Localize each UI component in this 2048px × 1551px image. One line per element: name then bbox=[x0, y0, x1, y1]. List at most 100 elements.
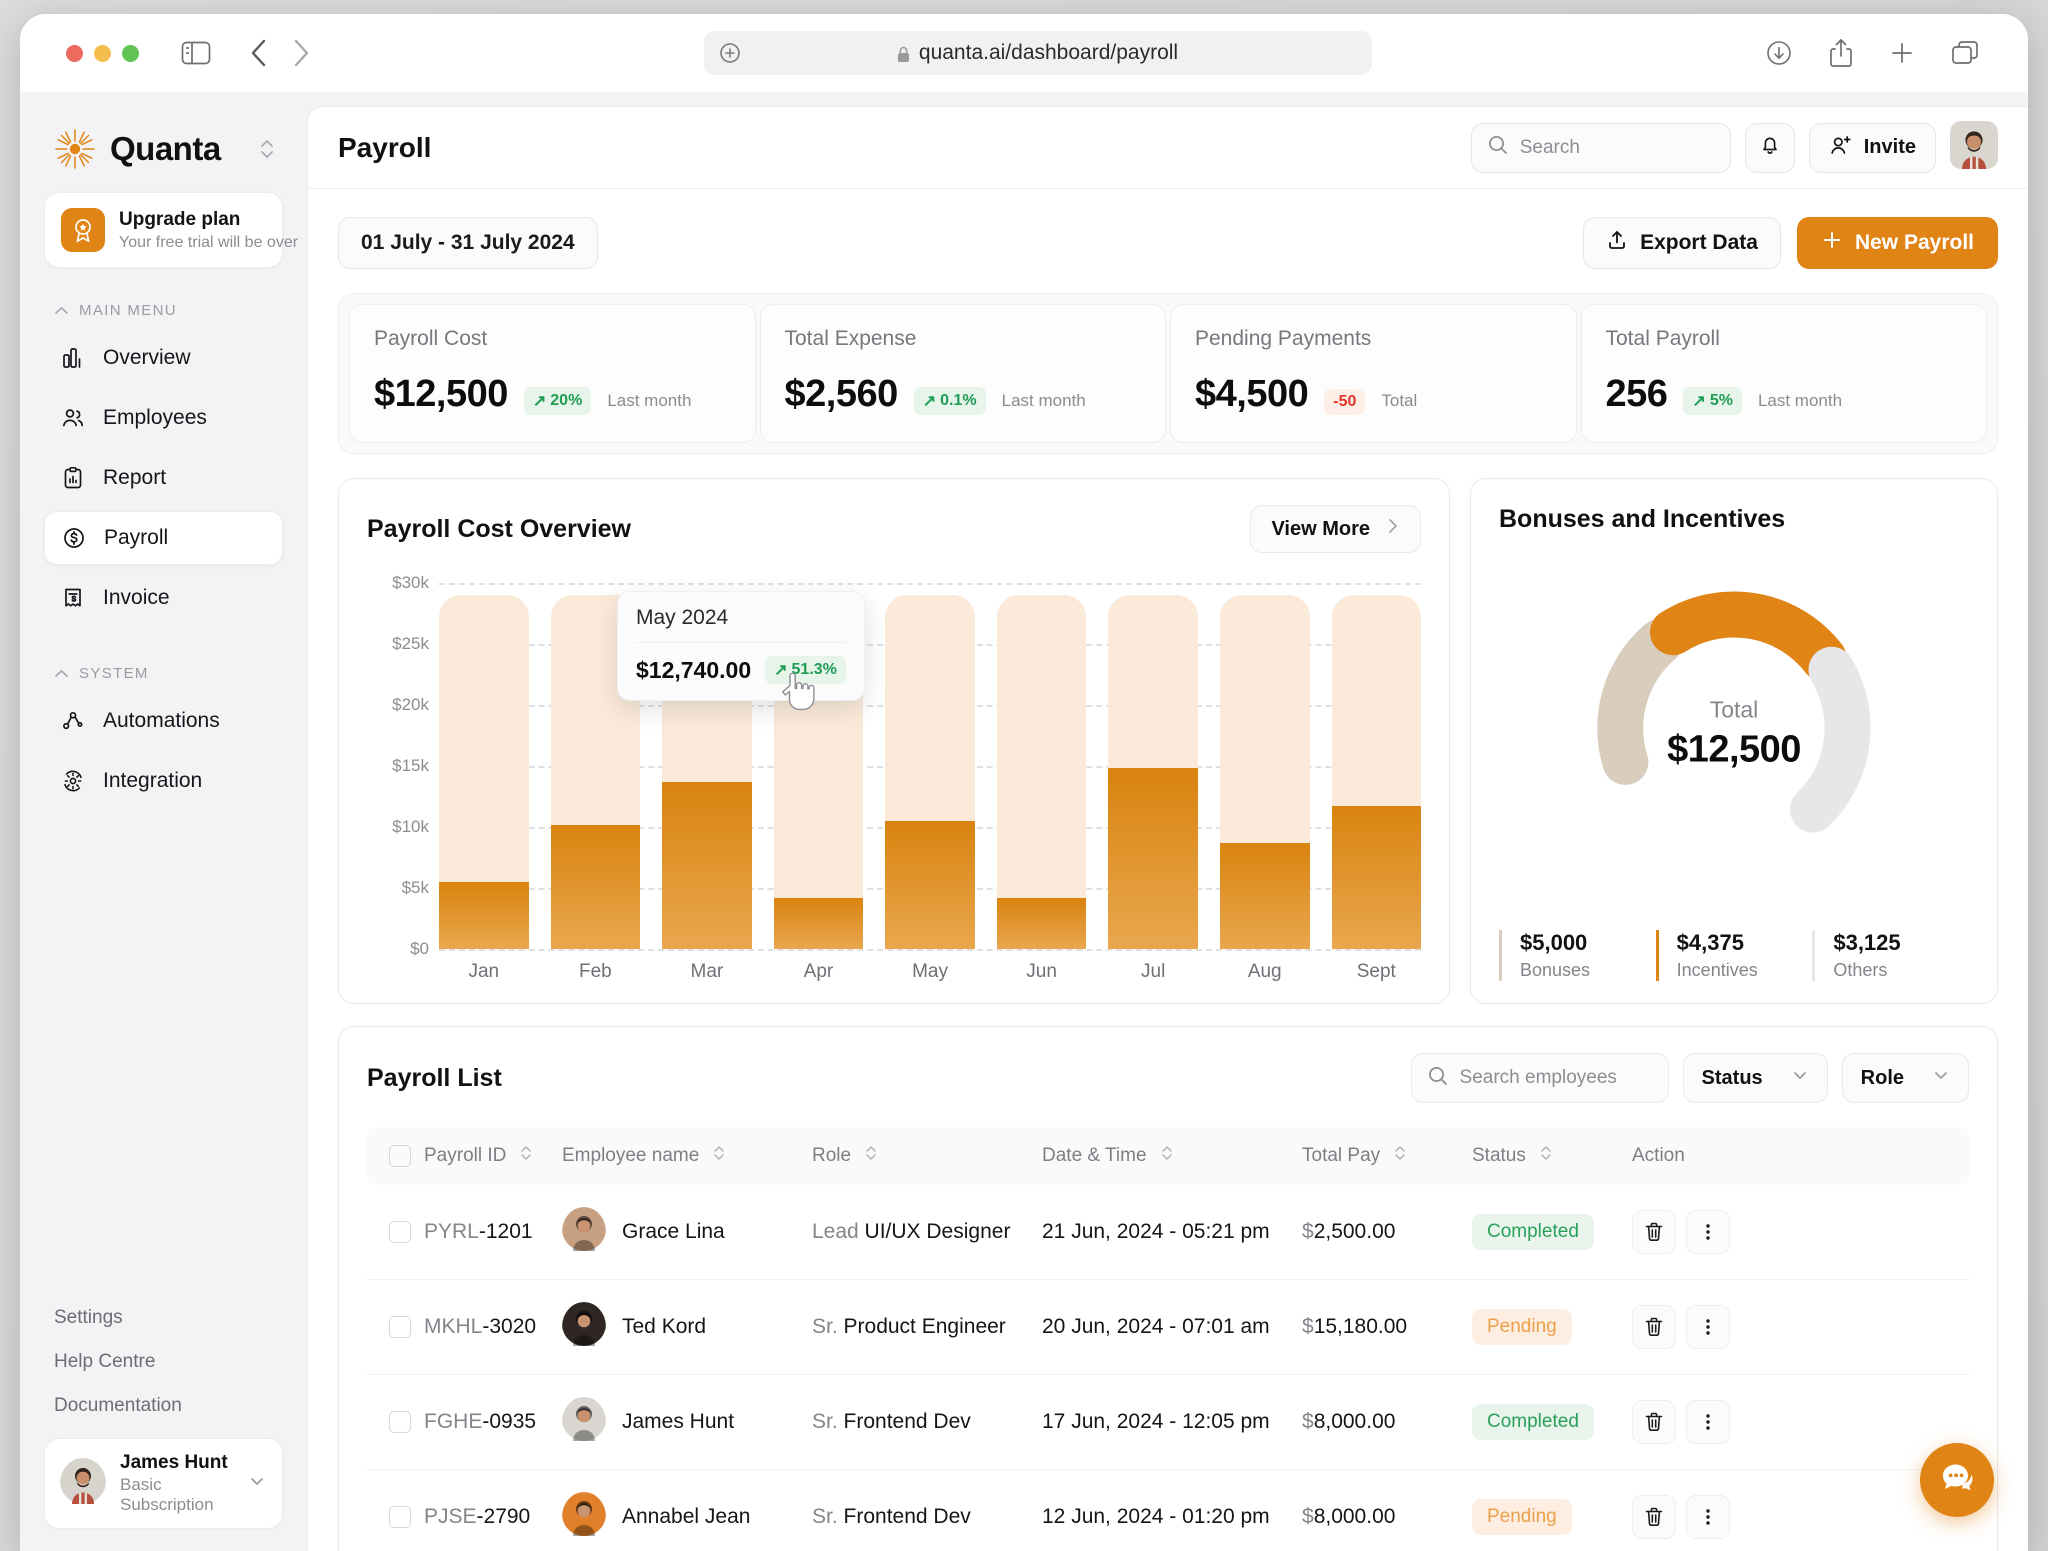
address-bar[interactable]: quanta.ai/dashboard/payroll bbox=[703, 31, 1372, 75]
status-filter-select[interactable]: Status bbox=[1682, 1053, 1828, 1103]
chevron-left-icon[interactable] bbox=[249, 37, 269, 69]
donut-total-value: $12,500 bbox=[1667, 728, 1801, 771]
notifications-button[interactable] bbox=[1744, 122, 1795, 173]
status-badge: Pending bbox=[1472, 1309, 1572, 1345]
cell-action bbox=[1632, 1185, 1969, 1280]
invite-button[interactable]: Invite bbox=[1808, 122, 1936, 173]
table-row[interactable]: PJSE-2790 Annabel Jean Sr. Frontend Dev 12 … bbox=[367, 1469, 1969, 1551]
employee-search-input[interactable]: Search employees bbox=[1410, 1053, 1669, 1103]
row-checkbox[interactable] bbox=[389, 1316, 411, 1338]
sort-icon[interactable] bbox=[1160, 1144, 1174, 1168]
bar-value bbox=[1108, 768, 1198, 949]
sidebar-link-help-centre[interactable]: Help Centre bbox=[44, 1340, 283, 1384]
payroll-id-value: PJSE-2790 bbox=[424, 1505, 531, 1528]
bar-column[interactable] bbox=[439, 583, 529, 949]
sidebar-item-invoice[interactable]: Invoice bbox=[44, 571, 283, 625]
row-checkbox[interactable] bbox=[389, 1506, 411, 1528]
kpi-trend-value: -50 bbox=[1333, 393, 1357, 410]
legend-item-others: $3,125 Others bbox=[1812, 930, 1969, 981]
tab-overview-icon[interactable] bbox=[1950, 39, 1980, 67]
sidebar-toggle-icon[interactable] bbox=[181, 40, 211, 66]
cell-status: Pending bbox=[1472, 1279, 1632, 1375]
global-search[interactable]: Search bbox=[1470, 122, 1731, 173]
sidebar-item-payroll[interactable]: Payroll bbox=[44, 511, 283, 565]
upgrade-plan-card[interactable]: Upgrade plan Your free trial will be ove… bbox=[44, 192, 298, 268]
bar-column[interactable] bbox=[1331, 583, 1422, 949]
sort-icon[interactable] bbox=[1539, 1144, 1553, 1168]
row-more-options-button[interactable] bbox=[1686, 1210, 1730, 1254]
column-header-total-pay[interactable]: Total Pay bbox=[1302, 1127, 1472, 1185]
sidebar-item-overview[interactable]: Overview bbox=[44, 331, 283, 385]
table-row[interactable]: MKHL-3020 Ted Kord Sr. Product Engineer 20 … bbox=[367, 1279, 1969, 1375]
chevron-down-icon[interactable] bbox=[247, 1471, 267, 1496]
sort-icon[interactable] bbox=[1393, 1144, 1407, 1168]
row-checkbox[interactable] bbox=[389, 1411, 411, 1433]
plus-icon[interactable] bbox=[1888, 39, 1916, 67]
row-checkbox[interactable] bbox=[389, 1221, 411, 1243]
bar-value bbox=[1331, 806, 1422, 949]
close-window-button[interactable] bbox=[66, 44, 83, 62]
download-icon[interactable] bbox=[1764, 38, 1794, 68]
maximize-window-button[interactable] bbox=[122, 44, 139, 62]
sort-icon[interactable] bbox=[519, 1144, 533, 1168]
column-label: Status bbox=[1472, 1145, 1526, 1166]
chart-bars bbox=[439, 583, 1422, 949]
bar-column[interactable] bbox=[996, 583, 1087, 949]
delete-row-button[interactable] bbox=[1632, 1305, 1676, 1349]
row-more-options-button[interactable] bbox=[1686, 1305, 1730, 1349]
column-header-employee-name[interactable]: Employee name bbox=[562, 1127, 812, 1185]
sidebar-item-automations[interactable]: Automations bbox=[44, 694, 283, 748]
sidebar-item-integration[interactable]: Integration bbox=[44, 754, 283, 808]
donut-legend: $5,000 Bonuses $4,375 Incentives $3,125 … bbox=[1499, 930, 1969, 981]
chat-support-button[interactable] bbox=[1920, 1443, 1994, 1517]
column-header-date-time[interactable]: Date & Time bbox=[1042, 1127, 1302, 1185]
new-payroll-label: New Payroll bbox=[1854, 231, 1974, 254]
bar-column[interactable] bbox=[1108, 583, 1198, 949]
chevron-right-icon[interactable] bbox=[291, 37, 311, 69]
sidebar-link-settings[interactable]: Settings bbox=[44, 1296, 283, 1340]
bar-column[interactable] bbox=[1219, 583, 1310, 949]
sidebar-item-report[interactable]: Report bbox=[44, 451, 283, 505]
avatar[interactable] bbox=[1950, 121, 1998, 174]
avatar bbox=[562, 1207, 606, 1257]
column-label: Employee name bbox=[562, 1145, 700, 1166]
date-range-picker[interactable]: 01 July - 31 July 2024 bbox=[338, 217, 598, 269]
column-header-role[interactable]: Role bbox=[812, 1127, 1042, 1185]
workflow-nodes-icon bbox=[60, 708, 86, 734]
plus-circle-icon[interactable] bbox=[718, 41, 742, 65]
window-traffic-lights[interactable] bbox=[66, 44, 139, 62]
role-filter-select[interactable]: Role bbox=[1841, 1053, 1969, 1103]
cell-total-pay: $8,000.00 bbox=[1302, 1374, 1472, 1470]
column-header-payroll-id[interactable]: Payroll ID bbox=[367, 1127, 562, 1185]
chevron-updown-icon[interactable] bbox=[259, 138, 275, 160]
select-all-checkbox[interactable] bbox=[389, 1145, 411, 1167]
new-payroll-button[interactable]: New Payroll bbox=[1796, 217, 1998, 269]
legend-value: $3,125 bbox=[1833, 930, 1901, 955]
table-row[interactable]: PYRL-1201 Grace Lina Lead UI/UX Designer 21… bbox=[367, 1185, 1969, 1280]
column-label: Role bbox=[812, 1145, 852, 1166]
column-header-status[interactable]: Status bbox=[1472, 1127, 1632, 1185]
sidebar-item-employees[interactable]: Employees bbox=[44, 391, 283, 445]
row-more-options-button[interactable] bbox=[1686, 1400, 1730, 1444]
nav-section-system[interactable]: SYSTEM bbox=[44, 631, 283, 694]
export-data-button[interactable]: Export Data bbox=[1583, 217, 1781, 269]
brand-logo[interactable]: Quanta bbox=[44, 92, 283, 192]
sort-icon[interactable] bbox=[712, 1144, 726, 1168]
search-placeholder: Search bbox=[1519, 136, 1580, 158]
table-row[interactable]: FGHE-0935 James Hunt Sr. Frontend Dev 17 Ju… bbox=[367, 1374, 1969, 1470]
delete-row-button[interactable] bbox=[1632, 1495, 1676, 1539]
view-more-button[interactable]: View More bbox=[1250, 505, 1421, 553]
row-more-options-button[interactable] bbox=[1686, 1495, 1730, 1539]
sidebar-user-name: James Hunt bbox=[120, 1452, 228, 1473]
column-label: Date & Time bbox=[1042, 1145, 1147, 1166]
delete-row-button[interactable] bbox=[1632, 1400, 1676, 1444]
sidebar-item-label: Automations bbox=[103, 709, 220, 732]
minimize-window-button[interactable] bbox=[94, 44, 111, 62]
bar-column[interactable] bbox=[885, 583, 975, 949]
share-icon[interactable] bbox=[1828, 37, 1854, 69]
sidebar-user-card[interactable]: James Hunt Basic Subscription bbox=[44, 1438, 283, 1529]
delete-row-button[interactable] bbox=[1632, 1210, 1676, 1254]
sort-icon[interactable] bbox=[864, 1144, 878, 1168]
nav-section-main-menu[interactable]: MAIN MENU bbox=[44, 268, 283, 331]
sidebar-link-documentation[interactable]: Documentation bbox=[44, 1384, 283, 1428]
